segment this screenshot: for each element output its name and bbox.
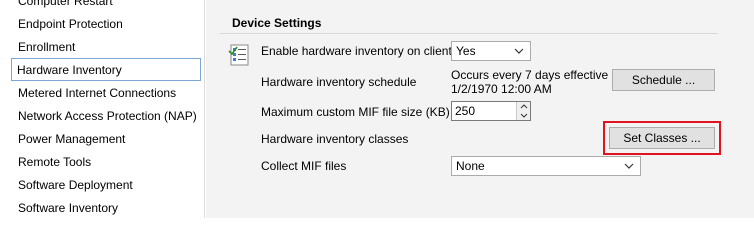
enable-hardware-inventory-dropdown[interactable]: Yes bbox=[451, 41, 531, 61]
device-settings-pane: Device Settings Enable hardware inventor… bbox=[220, 0, 754, 218]
spin-down-icon[interactable] bbox=[520, 113, 528, 118]
hardware-inventory-schedule-label: Hardware inventory schedule bbox=[261, 75, 417, 89]
spin-buttons[interactable] bbox=[516, 102, 530, 120]
schedule-description-line1: Occurs every 7 days effective bbox=[451, 68, 609, 82]
sidebar-item-hardware-inventory[interactable]: Hardware Inventory bbox=[11, 58, 201, 81]
sidebar-item-computer-restart[interactable]: Computer Restart bbox=[0, 0, 204, 12]
collect-mif-dropdown-value: None bbox=[456, 159, 485, 173]
section-title: Device Settings bbox=[232, 16, 322, 30]
sidebar-item-software-inventory[interactable]: Software Inventory bbox=[0, 196, 204, 218]
schedule-description-line2: 1/2/1970 12:00 AM bbox=[451, 82, 552, 96]
set-classes-button[interactable]: Set Classes ... bbox=[609, 127, 715, 149]
collect-mif-files-label: Collect MIF files bbox=[261, 159, 347, 173]
hardware-inventory-classes-label: Hardware inventory classes bbox=[261, 132, 409, 146]
max-mif-size-input[interactable]: 250 bbox=[451, 101, 531, 121]
sidebar-item-power-management[interactable]: Power Management bbox=[0, 127, 204, 150]
chevron-down-icon bbox=[514, 48, 524, 54]
enable-hardware-inventory-label: Enable hardware inventory on clients bbox=[261, 44, 458, 58]
sidebar-item-software-deployment[interactable]: Software Deployment bbox=[0, 173, 204, 196]
settings-sidebar: Computer Restart Endpoint Protection Enr… bbox=[0, 0, 205, 218]
pane-separator bbox=[206, 0, 220, 218]
section-divider bbox=[220, 33, 718, 34]
chevron-down-icon bbox=[624, 163, 634, 169]
max-mif-size-label: Maximum custom MIF file size (KB) bbox=[261, 105, 450, 119]
spin-up-icon[interactable] bbox=[520, 104, 528, 109]
sidebar-item-nap[interactable]: Network Access Protection (NAP) bbox=[0, 104, 204, 127]
schedule-button[interactable]: Schedule ... bbox=[612, 69, 715, 91]
settings-list-icon bbox=[228, 43, 250, 67]
sidebar-item-enrollment[interactable]: Enrollment bbox=[0, 35, 204, 58]
sidebar-item-metered-internet[interactable]: Metered Internet Connections bbox=[0, 81, 204, 104]
collect-mif-files-dropdown[interactable]: None bbox=[451, 156, 641, 176]
enable-dropdown-value: Yes bbox=[456, 44, 476, 58]
sidebar-item-endpoint-protection[interactable]: Endpoint Protection bbox=[0, 12, 204, 35]
sidebar-item-remote-tools[interactable]: Remote Tools bbox=[0, 150, 204, 173]
settings-list: Computer Restart Endpoint Protection Enr… bbox=[0, 0, 204, 218]
max-mif-size-value: 250 bbox=[455, 104, 476, 118]
